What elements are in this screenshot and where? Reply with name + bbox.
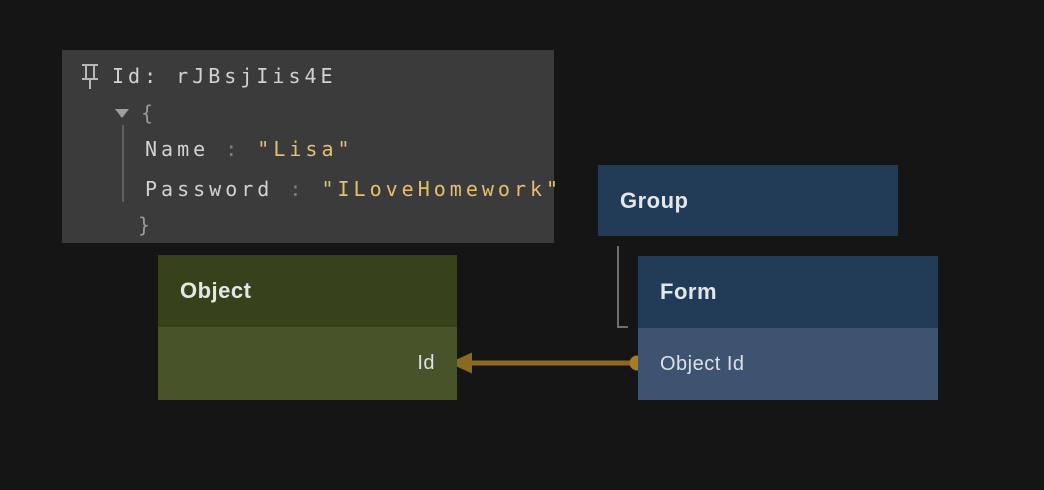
node-object[interactable]: Object Id — [158, 255, 457, 400]
open-brace: { — [141, 101, 157, 125]
node-title: Form — [638, 256, 938, 328]
node-editor-canvas[interactable]: Id: rJBsjIis4E { Name : "Lisa" Password … — [0, 0, 1044, 490]
node-form[interactable]: Form Object Id — [638, 256, 938, 400]
node-title: Object — [158, 255, 457, 327]
port-id[interactable]: Id — [158, 327, 457, 400]
group-form-hierarchy-connector — [618, 246, 628, 327]
json-separator: : — [273, 177, 321, 201]
pin-icon[interactable] — [80, 62, 100, 90]
tree-indent-guide — [122, 125, 124, 202]
json-value: "ILoveHomework" — [321, 177, 562, 201]
object-id-connection[interactable] — [449, 353, 645, 374]
node-title: Group — [598, 165, 898, 236]
json-field-row: Name : "Lisa" — [145, 135, 554, 163]
json-key: Name — [145, 137, 209, 161]
triangle-down-icon[interactable] — [115, 109, 129, 118]
close-brace: } — [138, 213, 154, 237]
node-group[interactable]: Group — [598, 165, 898, 236]
json-separator: : — [209, 137, 257, 161]
json-value: "Lisa" — [257, 137, 353, 161]
json-field-row: Password : "ILoveHomework" — [145, 175, 554, 203]
object-inspector-popup: Id: rJBsjIis4E { Name : "Lisa" Password … — [62, 50, 554, 243]
json-key: Password — [145, 177, 273, 201]
object-id-text: Id: rJBsjIis4E — [112, 64, 337, 88]
port-object-id[interactable]: Object Id — [638, 328, 938, 400]
